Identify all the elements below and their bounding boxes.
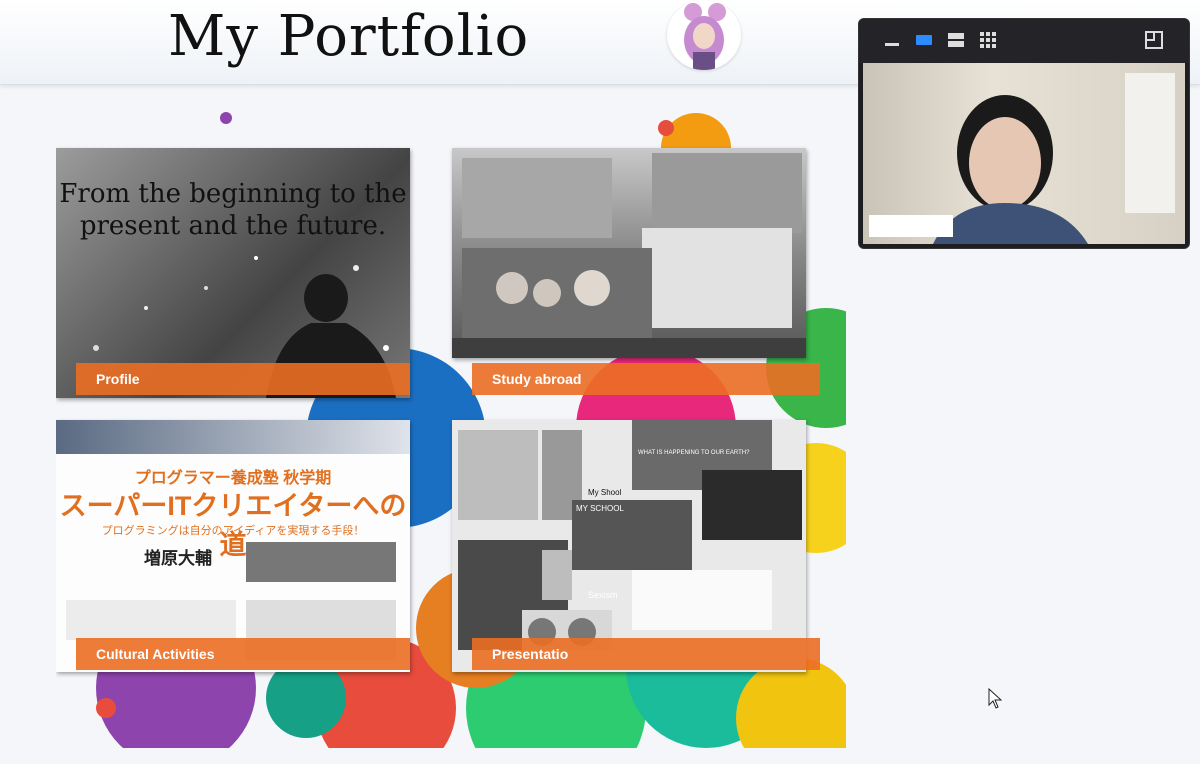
presentation-collage [458, 420, 802, 650]
exit-fullscreen-icon[interactable] [1145, 31, 1163, 49]
presentation-tag-my-school: MY SCHOOL [576, 504, 624, 513]
tile-label-cultural-activities: Cultural Activities [76, 638, 410, 670]
flyer-photos [66, 542, 396, 660]
slide-stage: From the beginning to the present and th… [56, 108, 846, 748]
speaker-view-icon[interactable] [915, 31, 933, 49]
presentation-tag-what: WHAT IS HAPPENING TO OUR EARTH? [638, 450, 750, 456]
tile-profile[interactable]: From the beginning to the present and th… [56, 148, 410, 398]
video-controls-bar [859, 19, 1189, 63]
tile-presentation[interactable]: My Shool MY SCHOOL Sexism WHAT IS HAPPEN… [452, 420, 806, 672]
participant-video [863, 63, 1185, 244]
video-window[interactable] [858, 18, 1190, 249]
avatar [667, 0, 741, 70]
tile-label-presentation: Presentatio [472, 638, 820, 670]
page-title: My Portfolio [168, 4, 530, 69]
minimize-icon[interactable] [883, 31, 901, 49]
gallery-grid-icon[interactable] [979, 31, 997, 49]
tile-cultural-activities[interactable]: プログラマー養成塾 秋学期 スーパーITクリエイターへの道 プログラミングは自分… [56, 420, 410, 672]
cursor-icon [988, 688, 1002, 709]
silhouette-image [93, 256, 396, 398]
presentation-tag-sexism: Sexism [588, 590, 618, 600]
tile-label-study-abroad: Study abroad [472, 363, 820, 395]
tile-study-abroad[interactable] [452, 148, 806, 358]
gallery-strip-icon[interactable] [947, 31, 965, 49]
tile-label-profile: Profile [76, 363, 410, 395]
participant-name-tag [869, 215, 953, 237]
presentation-tag-my-shool: My Shool [588, 488, 622, 497]
collage-image [452, 153, 806, 358]
